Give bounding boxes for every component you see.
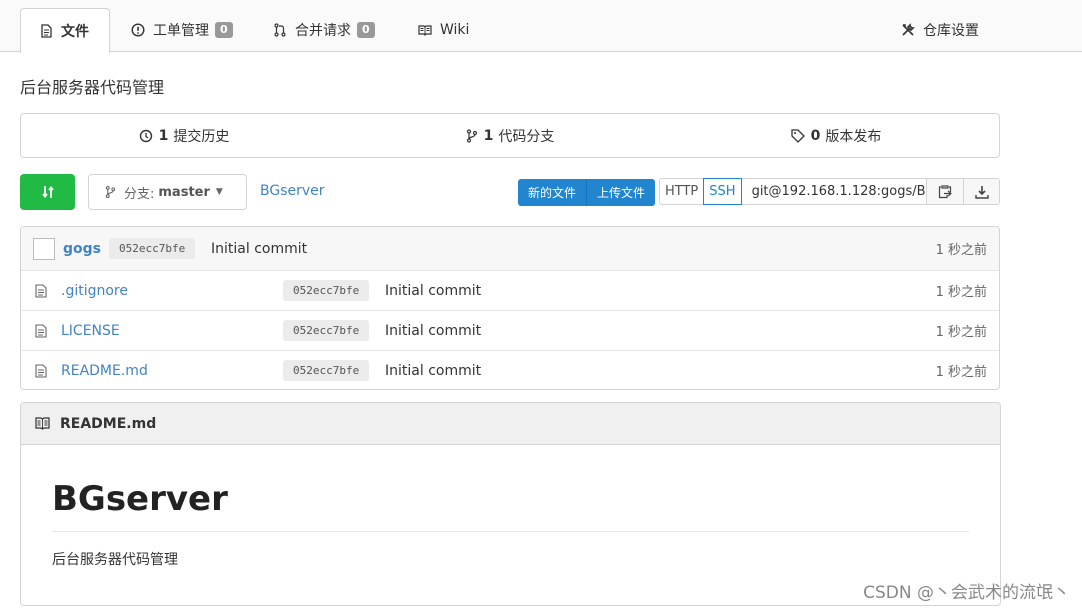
file-commit-sha[interactable]: 052ecc7bfe xyxy=(283,360,370,381)
branch-prefix: 分支: xyxy=(124,186,155,202)
divider xyxy=(52,531,969,532)
table-row: .gitignore 052ecc7bfe Initial commit 1 秒… xyxy=(21,270,999,310)
commit-time: 1 秒之前 xyxy=(935,243,987,258)
breadcrumb[interactable]: BGserver xyxy=(260,183,325,199)
download-icon xyxy=(974,185,989,199)
commits-stat[interactable]: 1 提交历史 xyxy=(21,126,347,146)
download-button[interactable] xyxy=(963,179,999,204)
file-commit-time: 1 秒之前 xyxy=(935,285,987,300)
compare-icon xyxy=(41,186,54,198)
branch-icon xyxy=(466,128,477,143)
tab-wiki-label: Wiki xyxy=(440,22,470,38)
watermark: CSDN @丶会武术的流氓丶 xyxy=(863,583,1070,603)
tag-icon xyxy=(790,128,805,143)
history-icon xyxy=(139,129,152,142)
file-commit-time: 1 秒之前 xyxy=(935,365,987,380)
upload-file-button[interactable]: 上传文件 xyxy=(586,179,656,206)
file-list-table: gogs 052ecc7bfe Initial commit 1 秒之前 .gi… xyxy=(20,226,1000,390)
file-name-link[interactable]: .gitignore xyxy=(61,283,128,299)
file-commit-sha[interactable]: 052ecc7bfe xyxy=(283,320,370,341)
file-actions: 新的文件 上传文件 xyxy=(518,179,656,206)
clipboard-icon xyxy=(938,185,952,199)
tab-issues[interactable]: 工单管理 0 xyxy=(131,8,233,52)
tools-icon xyxy=(902,23,915,36)
avatar xyxy=(33,237,55,260)
commits-count: 1 xyxy=(158,127,169,144)
repo-settings-label: 仓库设置 xyxy=(923,23,979,39)
branch-icon xyxy=(105,185,116,199)
http-protocol-button[interactable]: HTTP xyxy=(660,179,703,204)
tab-issues-label: 工单管理 xyxy=(153,23,209,39)
tab-wiki[interactable]: Wiki xyxy=(418,8,469,52)
branch-selector[interactable]: 分支: master ▼ xyxy=(88,174,247,210)
file-text-icon xyxy=(41,24,52,38)
readme-body: 后台服务器代码管理 xyxy=(52,552,178,568)
branches-stat[interactable]: 1 代码分支 xyxy=(347,126,673,146)
issue-icon xyxy=(131,23,145,37)
file-commit-message: Initial commit xyxy=(385,322,482,339)
readme-header: README.md xyxy=(21,403,1000,445)
commit-author[interactable]: gogs xyxy=(63,241,101,257)
file-name-link[interactable]: README.md xyxy=(61,363,148,379)
file-icon xyxy=(35,323,47,338)
readme-panel: README.md BGserver 后台服务器代码管理 xyxy=(20,402,1001,606)
file-commit-sha[interactable]: 052ecc7bfe xyxy=(283,280,370,301)
readme-filename: README.md xyxy=(60,415,157,432)
ssh-protocol-button[interactable]: SSH xyxy=(703,178,742,205)
releases-label: 版本发布 xyxy=(825,128,882,145)
tab-files[interactable]: 文件 xyxy=(20,8,110,53)
repo-settings-link[interactable]: 仓库设置 xyxy=(901,8,979,52)
repo-tab-bar: 文件 工单管理 0 合并请求 0 Wiki 仓库设置 xyxy=(0,0,1082,53)
file-commit-message: Initial commit xyxy=(385,282,482,299)
commit-message: Initial commit xyxy=(211,240,308,257)
issues-count-badge: 0 xyxy=(215,22,233,38)
releases-count: 0 xyxy=(810,127,821,144)
copy-url-button[interactable] xyxy=(927,179,963,204)
readme-heading: BGserver xyxy=(52,479,228,519)
tab-pull-requests-label: 合并请求 xyxy=(295,23,351,39)
file-icon xyxy=(35,363,47,378)
file-icon xyxy=(35,283,47,298)
branch-name: master xyxy=(158,184,210,200)
new-file-button[interactable]: 新的文件 xyxy=(518,179,587,206)
file-name-link[interactable]: LICENSE xyxy=(61,323,120,339)
latest-commit-row: gogs 052ecc7bfe Initial commit 1 秒之前 xyxy=(21,227,999,270)
repo-stats-bar: 1 提交历史 1 代码分支 0 版本发布 xyxy=(20,113,1000,158)
file-commit-time: 1 秒之前 xyxy=(935,325,987,340)
clone-url-input[interactable]: git@192.168.1.128:gogs/BGserver.git xyxy=(742,179,927,204)
commits-label: 提交历史 xyxy=(173,128,230,145)
tab-files-label: 文件 xyxy=(61,24,89,40)
book-icon xyxy=(418,25,432,36)
pull-requests-count-badge: 0 xyxy=(357,22,375,38)
book-icon xyxy=(35,417,50,430)
table-row: README.md 052ecc7bfe Initial commit 1 秒之… xyxy=(21,350,999,389)
clone-url-box: HTTP SSH git@192.168.1.128:gogs/BGserver… xyxy=(659,178,1000,205)
releases-stat[interactable]: 0 版本发布 xyxy=(673,126,999,146)
table-row: LICENSE 052ecc7bfe Initial commit 1 秒之前 xyxy=(21,310,999,350)
chevron-down-icon: ▼ xyxy=(215,187,223,197)
pull-request-icon xyxy=(274,23,286,37)
branches-label: 代码分支 xyxy=(498,128,555,145)
commit-sha[interactable]: 052ecc7bfe xyxy=(109,238,196,259)
branches-count: 1 xyxy=(483,127,494,144)
file-commit-message: Initial commit xyxy=(385,362,482,379)
tab-pull-requests[interactable]: 合并请求 0 xyxy=(273,8,375,52)
repo-description: 后台服务器代码管理 xyxy=(20,78,165,97)
compare-button[interactable] xyxy=(20,174,75,210)
